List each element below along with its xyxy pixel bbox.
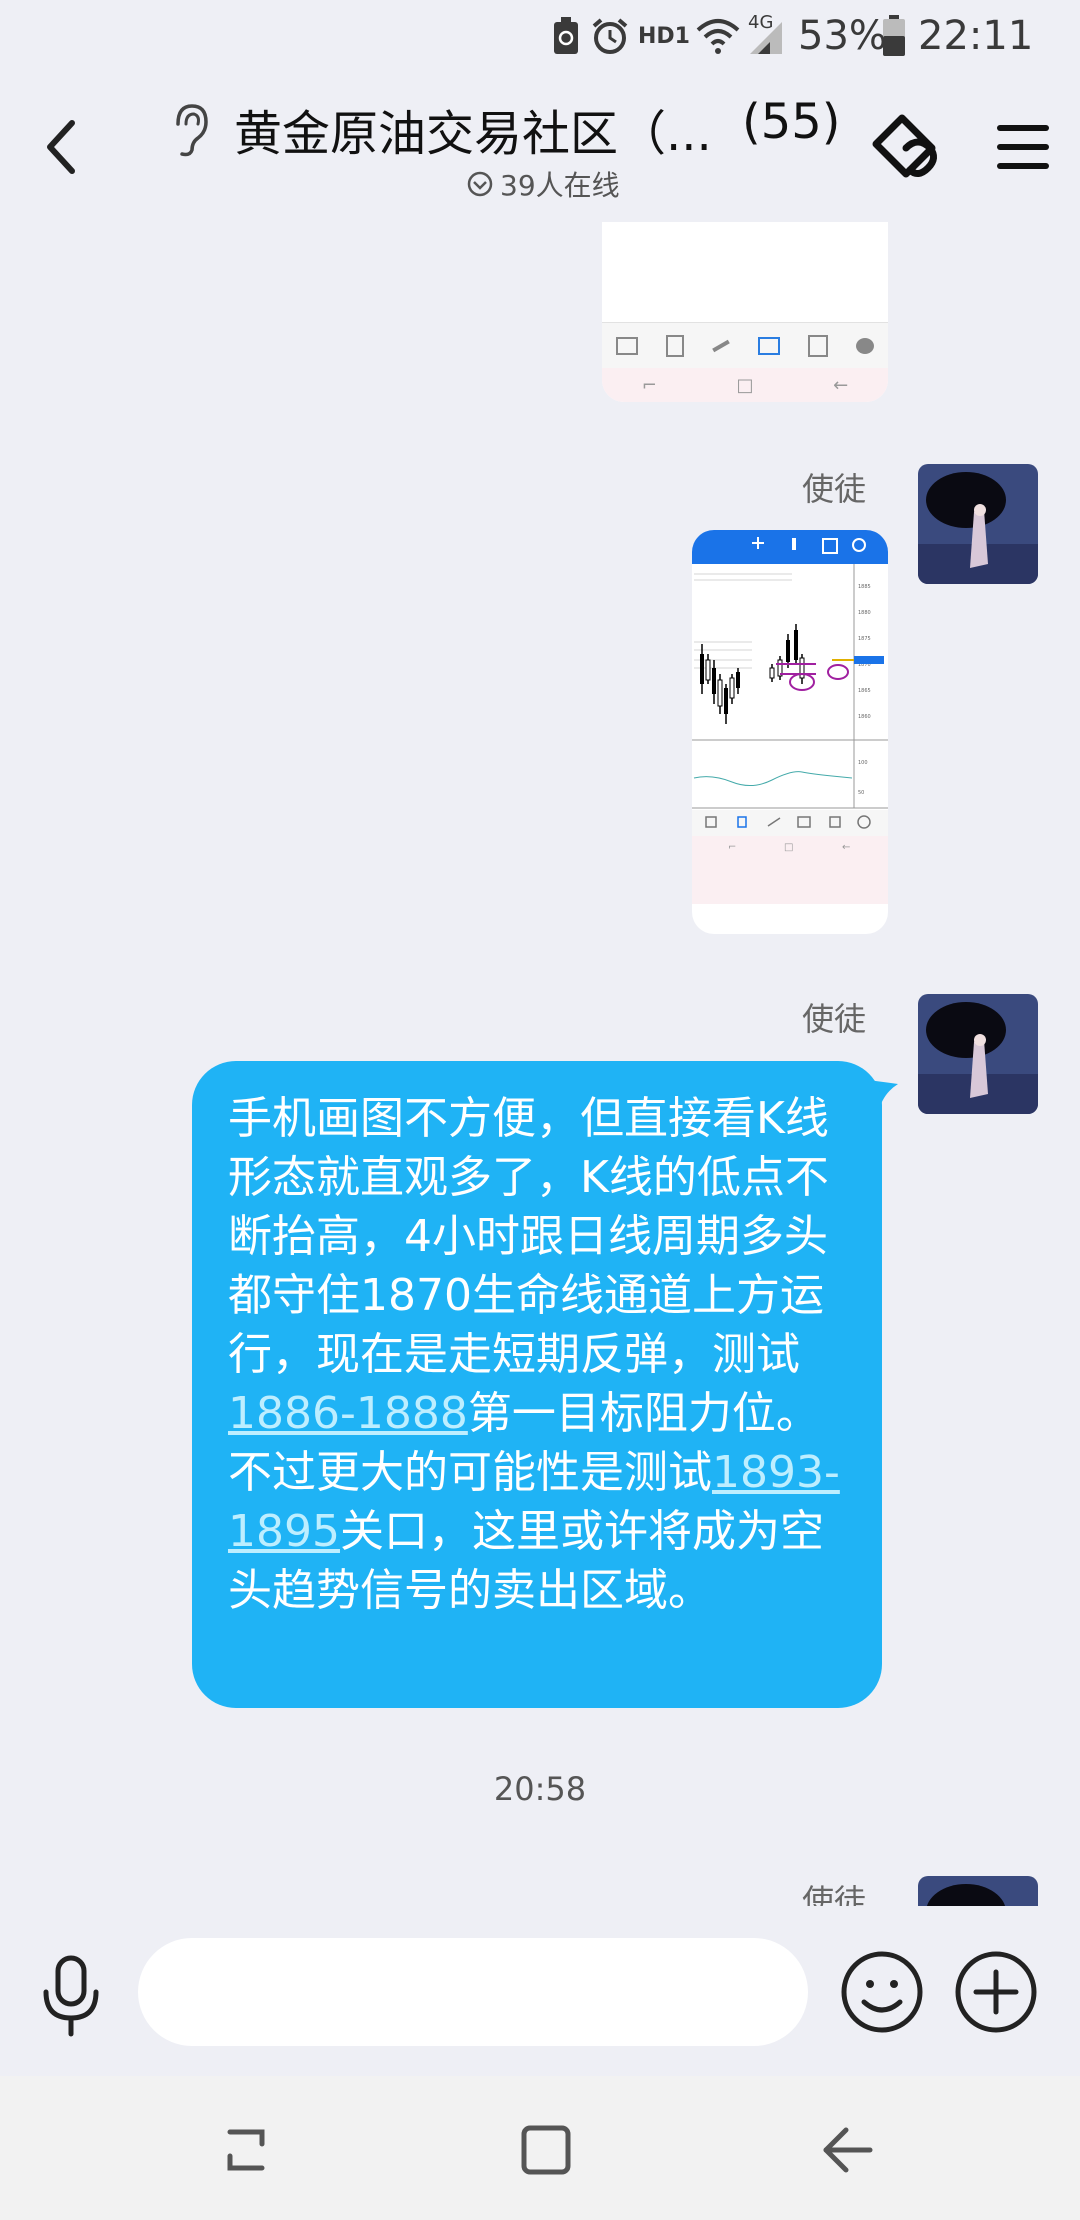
member-count[interactable]: (55) bbox=[742, 94, 841, 150]
svg-text:←: ← bbox=[842, 842, 850, 853]
svg-text:1880: 1880 bbox=[858, 610, 871, 616]
emoji-icon bbox=[841, 1951, 923, 2033]
back-button[interactable] bbox=[30, 112, 90, 182]
alarm-icon bbox=[590, 10, 630, 62]
chevron-down-circle-icon bbox=[467, 171, 493, 197]
voice-call-icon bbox=[872, 114, 937, 178]
battery-percent: 53% bbox=[798, 13, 887, 59]
text-message-bubble[interactable]: 手机画图不方便，但直接看K线形态就直观多了，K线的低点不断抬高，4小时跟日线周期… bbox=[192, 1061, 882, 1708]
online-status-label: 39人在线 bbox=[500, 169, 620, 202]
chat-header: 黄金原油交易社区（... (55) 39人在线 bbox=[0, 72, 1080, 222]
sender-name: 使徒 bbox=[802, 1000, 867, 1038]
network-label: 4G bbox=[748, 12, 774, 33]
mic-icon bbox=[43, 1955, 99, 2037]
page-title[interactable]: 黄金原油交易社区（... bbox=[234, 94, 712, 164]
image-message[interactable]: ⌐ □ ← bbox=[602, 222, 888, 402]
menu-icon bbox=[997, 125, 1049, 169]
svg-text:1875: 1875 bbox=[858, 636, 871, 642]
sender-name: 使徒 bbox=[802, 470, 867, 508]
chart-header-bar bbox=[692, 530, 888, 564]
home-icon bbox=[521, 2125, 571, 2175]
chart-toolbar bbox=[602, 322, 888, 369]
message-timestamp: 20:58 bbox=[493, 1770, 587, 1808]
phone-nav: ⌐ □ ← bbox=[602, 368, 888, 402]
svg-text:100: 100 bbox=[858, 760, 868, 766]
candlestick-chart-thumbnail: 188518801875 187018651860 10050 ⌐ □ ← bbox=[692, 564, 888, 904]
wifi-icon bbox=[696, 10, 740, 62]
message-text: 手机画图不方便，但直接看K线形态就直观多了，K线的低点不断抬高，4小时跟日线周期… bbox=[228, 1093, 829, 1380]
nav-back-icon bbox=[823, 2127, 873, 2173]
recent-apps-button[interactable] bbox=[216, 2120, 276, 2180]
status-bar: HD1 4G 53% 22:11 bbox=[0, 0, 1080, 72]
svg-text:1860: 1860 bbox=[858, 714, 871, 720]
svg-text:□: □ bbox=[784, 842, 793, 853]
input-bar bbox=[0, 1906, 1080, 2076]
avatar[interactable] bbox=[918, 994, 1038, 1114]
message-input[interactable] bbox=[138, 1938, 808, 2046]
system-nav-bar bbox=[0, 2076, 1080, 2220]
nav-back-button[interactable] bbox=[818, 2120, 878, 2180]
avatar[interactable] bbox=[918, 464, 1038, 584]
mic-button[interactable] bbox=[38, 1954, 104, 2040]
plus-button[interactable] bbox=[954, 1950, 1038, 2034]
partial-message: 使徒 bbox=[0, 1870, 1080, 1906]
home-button[interactable] bbox=[516, 2120, 576, 2180]
signal-icon: 4G bbox=[744, 10, 784, 62]
online-status[interactable]: 39人在线 bbox=[466, 164, 620, 204]
ear-icon[interactable] bbox=[168, 102, 212, 158]
chart-image-message[interactable]: 1885 1880 1875 1870 1865 1860 100 50 ⌐ □… bbox=[692, 530, 888, 934]
svg-text:1885: 1885 bbox=[858, 584, 871, 590]
price-range-link[interactable]: 1886-1888 bbox=[228, 1388, 468, 1439]
svg-text:50: 50 bbox=[858, 790, 864, 796]
sender-name: 使徒 bbox=[802, 1882, 867, 1906]
back-icon bbox=[47, 120, 75, 174]
recent-apps-icon bbox=[227, 2129, 265, 2171]
menu-button[interactable] bbox=[996, 120, 1050, 174]
recycle-icon bbox=[552, 10, 580, 62]
clock: 22:11 bbox=[918, 13, 1034, 59]
svg-text:⌐: ⌐ bbox=[728, 842, 736, 853]
emoji-button[interactable] bbox=[840, 1950, 924, 2034]
battery-icon bbox=[882, 10, 906, 62]
svg-text:1865: 1865 bbox=[858, 688, 871, 694]
voice-call-button[interactable] bbox=[868, 112, 944, 188]
plus-icon bbox=[955, 1951, 1037, 2033]
avatar[interactable] bbox=[918, 1876, 1038, 1906]
hd-label: HD1 bbox=[638, 23, 690, 49]
